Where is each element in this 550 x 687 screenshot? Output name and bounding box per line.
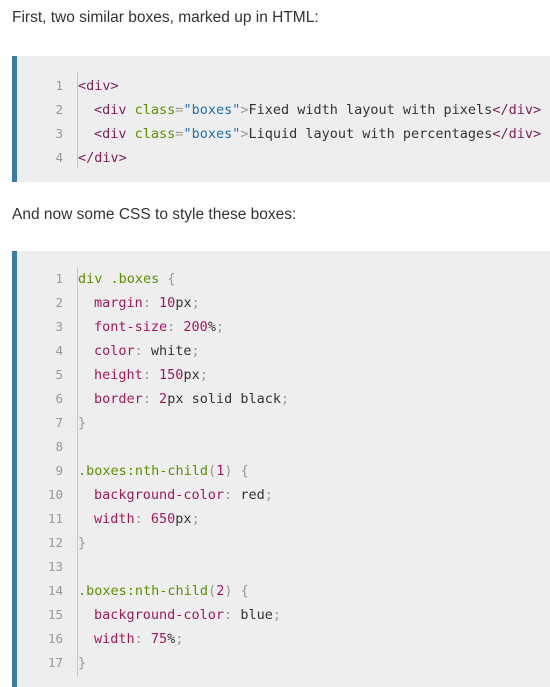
line-number: 2	[55, 295, 63, 310]
code-token-unit: px	[167, 391, 184, 407]
code-line: 6 border: 2px solid black;	[17, 387, 550, 411]
code-token-attribute: class	[134, 102, 176, 118]
code-token-punctuation: }	[78, 535, 87, 551]
code-token-value: solid black	[191, 391, 281, 407]
code-line: 12 }	[17, 531, 550, 555]
line-number: 16	[47, 631, 63, 646]
line-number: 7	[55, 415, 63, 430]
line-number: 3	[55, 126, 63, 141]
code-token-punctuation: {	[167, 271, 176, 287]
code-token-value: blue	[240, 607, 273, 623]
code-line: 4 color: white;	[17, 339, 550, 363]
code-token-number: 75	[150, 631, 168, 647]
css-intro-paragraph: And now some CSS to style these boxes:	[12, 206, 297, 223]
line-number: 17	[47, 655, 63, 670]
code-token-number: 150	[159, 367, 184, 383]
code-token-tag: </div>	[78, 150, 127, 166]
line-number: 8	[55, 439, 63, 454]
line-number: 15	[47, 607, 63, 622]
code-line: 7 }	[17, 411, 550, 435]
code-token-value: red	[240, 487, 265, 503]
code-line: 17 }	[17, 651, 550, 675]
code-token-tag: <div	[94, 126, 127, 142]
line-number: 6	[55, 391, 63, 406]
code-token-number: 10	[159, 295, 176, 311]
code-line: 15 background-color: blue;	[17, 603, 550, 627]
code-token-property: background-color	[94, 487, 225, 503]
line-number: 5	[55, 367, 63, 382]
line-number: 11	[47, 511, 63, 526]
code-token-unit: %	[207, 319, 216, 335]
code-line: 1 <div>	[17, 74, 550, 98]
line-number: 1	[55, 78, 63, 93]
code-token-property: width	[94, 511, 135, 527]
code-token-selector: div .boxes	[78, 271, 160, 287]
code-line: 11 width: 650px;	[17, 507, 550, 531]
code-token-unit: px	[175, 511, 192, 527]
html-code-block: 1 <div> 2 <div class="boxes">Fixed width…	[12, 56, 550, 182]
code-token-string: "boxes"	[183, 126, 241, 142]
css-code-block: 1 div .boxes { 2 margin: 10px; 3 font-si…	[12, 251, 550, 687]
line-number: 9	[55, 463, 63, 478]
code-token-number: 200	[183, 319, 208, 335]
line-number: 2	[55, 102, 63, 117]
code-token-punctuation: }	[78, 655, 87, 671]
code-line: 5 height: 150px;	[17, 363, 550, 387]
code-token-selector: .boxes:nth-child	[78, 463, 209, 479]
line-number: 10	[47, 487, 63, 502]
line-number: 1	[55, 271, 63, 286]
line-number: 12	[47, 535, 63, 550]
code-token-string: "boxes"	[183, 102, 241, 118]
code-line: 1 div .boxes {	[17, 267, 550, 291]
code-token-punctuation: }	[78, 415, 87, 431]
code-token-property: margin	[94, 295, 143, 311]
code-token-unit: px	[175, 295, 192, 311]
code-token-number: 650	[150, 511, 176, 527]
code-line: 2 <div class="boxes">Fixed width layout …	[17, 98, 550, 122]
line-number: 4	[55, 343, 63, 358]
code-token-value: white	[150, 343, 192, 359]
code-token-text: Fixed width layout with pixels	[248, 102, 493, 118]
code-token-property: height	[94, 367, 143, 383]
code-token-property: border	[94, 391, 143, 407]
code-line: 16 width: 75%;	[17, 627, 550, 651]
line-number: 3	[55, 319, 63, 334]
code-token-number: 2	[159, 391, 168, 407]
code-line: 9 .boxes:nth-child(1) {	[17, 459, 550, 483]
code-token-unit: px	[183, 367, 200, 383]
code-line: 3 font-size: 200%;	[17, 315, 550, 339]
line-number: 14	[47, 583, 63, 598]
code-line: 4 </div>	[17, 146, 550, 170]
code-token-property: background-color	[94, 607, 225, 623]
code-token-property: width	[94, 631, 135, 647]
code-line: 3 <div class="boxes">Liquid layout with …	[17, 122, 550, 146]
code-line: 10 background-color: red;	[17, 483, 550, 507]
code-token-text: Liquid layout with percentages	[248, 126, 493, 142]
code-token-tag: </div>	[492, 126, 542, 142]
code-line: 13	[17, 555, 550, 579]
intro-paragraph: First, two similar boxes, marked up in H…	[12, 9, 319, 26]
code-token-property: color	[94, 343, 135, 359]
code-line: 8	[17, 435, 550, 459]
code-token-tag: </div>	[492, 102, 542, 118]
code-line: 14 .boxes:nth-child(2) {	[17, 579, 550, 603]
code-token-punctuation: {	[240, 463, 249, 479]
code-token-attribute: class	[134, 126, 176, 142]
code-token-punctuation: {	[240, 583, 249, 599]
code-token-tag: <div	[94, 102, 127, 118]
line-number: 13	[47, 559, 63, 574]
code-token-tag: <div>	[78, 78, 119, 94]
code-token-property: font-size	[94, 319, 168, 335]
code-token-selector: .boxes:nth-child	[78, 583, 209, 599]
code-line: 2 margin: 10px;	[17, 291, 550, 315]
line-number: 4	[55, 150, 63, 165]
